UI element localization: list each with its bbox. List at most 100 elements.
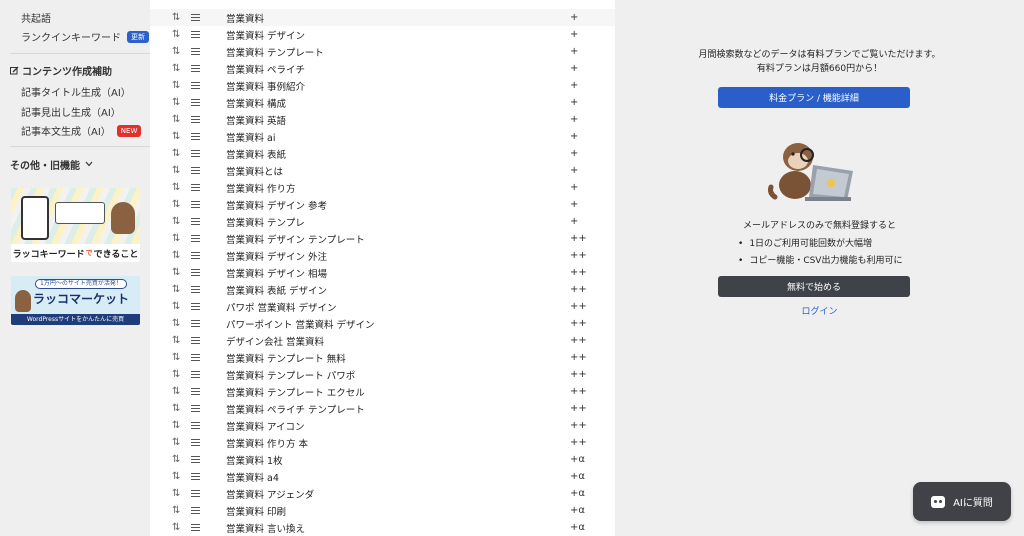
keyword-text[interactable]: デザイン会社 営業資料 bbox=[226, 334, 324, 348]
swap-icon[interactable]: ⇅ bbox=[172, 63, 180, 74]
keyword-row[interactable]: ⇅ パワポ 営業資料 デザイン ++ bbox=[150, 298, 615, 315]
expand-button[interactable]: + bbox=[570, 80, 578, 91]
swap-icon[interactable]: ⇅ bbox=[172, 199, 180, 210]
keyword-text[interactable]: 営業資料 ai bbox=[226, 130, 275, 144]
expand-button[interactable]: + bbox=[570, 46, 578, 57]
swap-icon[interactable]: ⇅ bbox=[172, 335, 180, 346]
keyword-row[interactable]: ⇅ 営業資料 表紙 デザイン ++ bbox=[150, 281, 615, 298]
keyword-row[interactable]: ⇅ 営業資料 ペライチ + bbox=[150, 60, 615, 77]
keyword-row[interactable]: ⇅ 営業資料 構成 + bbox=[150, 94, 615, 111]
expand-button[interactable]: + bbox=[570, 29, 578, 40]
keyword-text[interactable]: 営業資料 表紙 デザイン bbox=[226, 283, 327, 297]
menu-icon[interactable] bbox=[191, 116, 200, 123]
sidebar-item-body-gen[interactable]: 記事本文生成（AI） NEW bbox=[21, 123, 142, 138]
swap-icon[interactable]: ⇅ bbox=[172, 369, 180, 380]
keyword-row[interactable]: ⇅ 営業資料 英語 + bbox=[150, 111, 615, 128]
keyword-text[interactable]: 営業資料 ペライチ bbox=[226, 62, 305, 76]
menu-icon[interactable] bbox=[191, 48, 200, 55]
keyword-text[interactable]: 営業資料 テンプレート bbox=[226, 45, 324, 59]
keyword-text[interactable]: 営業資料 作り方 bbox=[226, 181, 296, 195]
keyword-text[interactable]: 営業資料 デザイン 外注 bbox=[226, 249, 327, 263]
keyword-row[interactable]: ⇅ 営業資料 デザイン + bbox=[150, 26, 615, 43]
expand-button[interactable]: ++ bbox=[570, 284, 587, 295]
keyword-row[interactable]: ⇅ 営業資料 デザイン 相場 ++ bbox=[150, 264, 615, 281]
swap-icon[interactable]: ⇅ bbox=[172, 318, 180, 329]
menu-icon[interactable] bbox=[191, 507, 200, 514]
menu-icon[interactable] bbox=[191, 269, 200, 276]
menu-icon[interactable] bbox=[191, 14, 200, 21]
keyword-text[interactable]: 営業資料とは bbox=[226, 164, 283, 178]
keyword-text[interactable]: 営業資料 1枚 bbox=[226, 453, 283, 467]
menu-icon[interactable] bbox=[191, 150, 200, 157]
expand-button[interactable]: + bbox=[570, 182, 578, 193]
keyword-text[interactable]: 営業資料 bbox=[226, 11, 264, 25]
swap-icon[interactable]: ⇅ bbox=[172, 46, 180, 57]
expand-button[interactable]: + bbox=[570, 114, 578, 125]
keyword-row[interactable]: ⇅ 営業資料 デザイン 参考 + bbox=[150, 196, 615, 213]
keyword-text[interactable]: 営業資料 言い換え bbox=[226, 521, 305, 535]
expand-button[interactable]: ++ bbox=[570, 318, 587, 329]
menu-icon[interactable] bbox=[191, 354, 200, 361]
menu-icon[interactable] bbox=[191, 201, 200, 208]
expand-button[interactable]: + bbox=[570, 148, 578, 159]
sidebar-item-cooccurrence[interactable]: 共起語 bbox=[21, 10, 51, 25]
swap-icon[interactable]: ⇅ bbox=[172, 437, 180, 448]
keyword-text[interactable]: 営業資料 テンプレート パワポ bbox=[226, 368, 355, 382]
plan-details-button[interactable]: 料金プラン / 機能詳細 bbox=[718, 87, 910, 108]
menu-icon[interactable] bbox=[191, 82, 200, 89]
swap-icon[interactable]: ⇅ bbox=[172, 488, 180, 499]
menu-icon[interactable] bbox=[191, 320, 200, 327]
rakko-market-banner[interactable]: 1万円〜のサイト売買が活発！ ラッコマーケット WordPressサイトをかんた… bbox=[11, 276, 140, 325]
keyword-text[interactable]: 営業資料 表紙 bbox=[226, 147, 286, 161]
expand-button[interactable]: +α bbox=[570, 471, 585, 482]
expand-button[interactable]: ++ bbox=[570, 386, 587, 397]
keyword-row[interactable]: ⇅ 営業資料 テンプレート エクセル ++ bbox=[150, 383, 615, 400]
menu-icon[interactable] bbox=[191, 473, 200, 480]
keyword-row[interactable]: ⇅ 営業資料 ペライチ テンプレート ++ bbox=[150, 400, 615, 417]
menu-icon[interactable] bbox=[191, 65, 200, 72]
menu-icon[interactable] bbox=[191, 422, 200, 429]
expand-button[interactable]: + bbox=[570, 131, 578, 142]
expand-button[interactable]: +α bbox=[570, 505, 585, 516]
expand-button[interactable]: + bbox=[570, 63, 578, 74]
keyword-text[interactable]: 営業資料 デザイン 相場 bbox=[226, 266, 327, 280]
menu-icon[interactable] bbox=[191, 31, 200, 38]
menu-icon[interactable] bbox=[191, 218, 200, 225]
menu-icon[interactable] bbox=[191, 303, 200, 310]
expand-button[interactable]: +α bbox=[570, 488, 585, 499]
swap-icon[interactable]: ⇅ bbox=[172, 114, 180, 125]
swap-icon[interactable]: ⇅ bbox=[172, 165, 180, 176]
expand-button[interactable]: + bbox=[570, 97, 578, 108]
swap-icon[interactable]: ⇅ bbox=[172, 522, 180, 533]
rakko-keyword-banner[interactable]: ラッコキーワードでできること bbox=[11, 188, 140, 262]
keyword-row[interactable]: ⇅ 営業資料 1枚 +α bbox=[150, 451, 615, 468]
expand-button[interactable]: ++ bbox=[570, 301, 587, 312]
swap-icon[interactable]: ⇅ bbox=[172, 352, 180, 363]
keyword-row[interactable]: ⇅ 営業資料 アジェンダ +α bbox=[150, 485, 615, 502]
menu-icon[interactable] bbox=[191, 490, 200, 497]
expand-button[interactable]: ++ bbox=[570, 233, 587, 244]
expand-button[interactable]: +α bbox=[570, 522, 585, 533]
keyword-text[interactable]: 営業資料 印刷 bbox=[226, 504, 286, 518]
menu-icon[interactable] bbox=[191, 235, 200, 242]
swap-icon[interactable]: ⇅ bbox=[172, 420, 180, 431]
swap-icon[interactable]: ⇅ bbox=[172, 267, 180, 278]
expand-button[interactable]: ++ bbox=[570, 437, 587, 448]
keyword-row[interactable]: ⇅ 営業資料 a4 +α bbox=[150, 468, 615, 485]
expand-button[interactable]: + bbox=[570, 199, 578, 210]
menu-icon[interactable] bbox=[191, 337, 200, 344]
keyword-row[interactable]: ⇅ 営業資料 テンプレ + bbox=[150, 213, 615, 230]
keyword-row[interactable]: ⇅ 営業資料 事例紹介 + bbox=[150, 77, 615, 94]
keyword-row[interactable]: ⇅ 営業資料 テンプレート 無料 ++ bbox=[150, 349, 615, 366]
keyword-row[interactable]: ⇅ 営業資料 デザイン 外注 ++ bbox=[150, 247, 615, 264]
expand-button[interactable]: ++ bbox=[570, 352, 587, 363]
login-link[interactable]: ログイン bbox=[615, 304, 1024, 317]
swap-icon[interactable]: ⇅ bbox=[172, 454, 180, 465]
swap-icon[interactable]: ⇅ bbox=[172, 250, 180, 261]
keyword-text[interactable]: 営業資料 a4 bbox=[226, 470, 279, 484]
menu-icon[interactable] bbox=[191, 439, 200, 446]
swap-icon[interactable]: ⇅ bbox=[172, 182, 180, 193]
swap-icon[interactable]: ⇅ bbox=[172, 386, 180, 397]
expand-button[interactable]: ++ bbox=[570, 250, 587, 261]
expand-button[interactable]: +α bbox=[570, 454, 585, 465]
